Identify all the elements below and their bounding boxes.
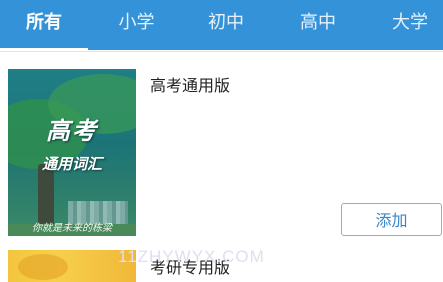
tab-senior-high[interactable]: 高中 — [272, 0, 364, 50]
book-cover-kaoyan[interactable] — [8, 250, 136, 282]
cover-art — [18, 254, 68, 280]
cover-title: 高考 — [46, 117, 98, 145]
tab-primary-school[interactable]: 小学 — [88, 0, 185, 50]
cover-slogan: 你就是未来的栋梁 — [32, 223, 112, 234]
watermark: 11ZHYWYX.COM — [118, 247, 265, 266]
cover-subtitle: 通用词汇 — [41, 155, 102, 173]
category-tab-bar: 所有 小学 初中 高中 大学 — [0, 0, 443, 51]
book-title: 高考通用版 — [150, 76, 231, 95]
tab-junior-high[interactable]: 初中 — [180, 0, 272, 50]
add-button[interactable]: 添加 — [341, 203, 442, 236]
tab-university[interactable]: 大学 — [368, 0, 443, 50]
tab-all[interactable]: 所有 — [0, 0, 88, 50]
book-cover-gaokao[interactable]: 高考 通用词汇 你就是未来的栋梁 — [8, 69, 136, 236]
